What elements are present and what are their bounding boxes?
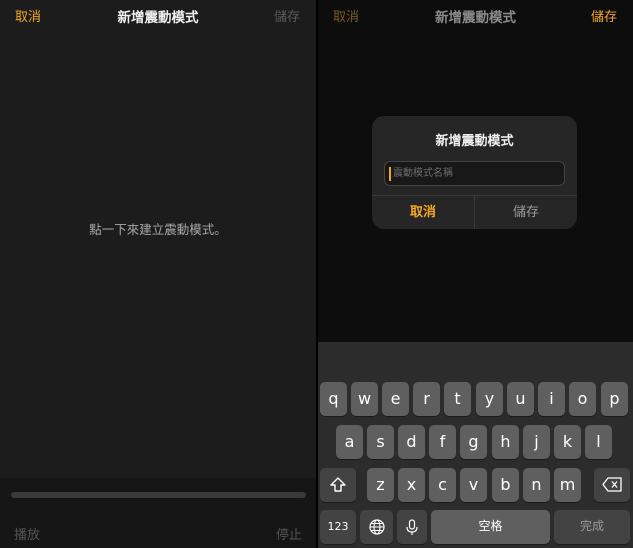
key-b[interactable]: b [492,468,519,502]
mic-icon [406,519,418,535]
keyboard: q w e r t y u i o p a s d f g h j k l z … [318,342,633,548]
space-key[interactable]: 空格 [431,510,550,544]
pattern-name-input[interactable] [393,162,553,185]
key-j[interactable]: j [523,425,550,459]
key-g[interactable]: g [460,425,487,459]
key-s[interactable]: s [367,425,394,459]
left-save-button[interactable]: 儲存 [274,9,300,27]
right-screen: 取消 新增震動模式 儲存 新增震動模式 取消 儲存 q w e r t y u … [318,0,633,548]
alert-buttons: 取消 儲存 [372,195,577,229]
key-o[interactable]: o [569,382,596,416]
key-c[interactable]: c [429,468,456,502]
key-p[interactable]: p [601,382,628,416]
right-nav-title: 新增震動模式 [435,10,516,26]
dictation-key[interactable] [397,510,427,544]
key-h[interactable]: h [492,425,519,459]
key-n[interactable]: n [523,468,550,502]
key-q[interactable]: q [320,382,347,416]
globe-key[interactable] [360,510,393,544]
key-i[interactable]: i [538,382,565,416]
key-x[interactable]: x [398,468,425,502]
globe-icon [368,519,385,535]
done-key[interactable]: 完成 [554,510,630,544]
key-e[interactable]: e [382,382,409,416]
key-r[interactable]: r [413,382,440,416]
alert-cancel-button[interactable]: 取消 [372,196,475,229]
pattern-name-field[interactable] [384,161,565,186]
alert-title: 新增震動模式 [435,134,514,149]
key-f[interactable]: f [429,425,456,459]
key-u[interactable]: u [507,382,534,416]
key-t[interactable]: t [444,382,471,416]
name-alert-dialog: 新增震動模式 取消 儲存 [372,116,577,229]
tap-hint-text: 點一下來建立震動模式。 [89,222,227,237]
right-nav-bar: 取消 新增震動模式 儲存 [318,0,633,38]
key-l[interactable]: l [585,425,612,459]
left-screen[interactable]: 取消 新增震動模式 儲存 點一下來建立震動模式。 播放 停止 [0,0,316,548]
key-a[interactable]: a [336,425,363,459]
key-k[interactable]: k [554,425,581,459]
delete-key[interactable] [594,468,630,502]
key-w[interactable]: w [351,382,378,416]
numbers-key[interactable]: 123 [320,510,356,544]
right-save-button[interactable]: 儲存 [591,9,617,27]
left-nav-bar: 取消 新增震動模式 儲存 [0,0,316,38]
play-button[interactable]: 播放 [14,524,40,543]
stop-button[interactable]: 停止 [276,524,302,543]
vibration-timeline-track[interactable] [11,492,306,498]
left-nav-title: 新增震動模式 [117,10,199,26]
key-d[interactable]: d [398,425,425,459]
key-z[interactable]: z [367,468,394,502]
key-y[interactable]: y [476,382,503,416]
shift-icon [330,477,346,492]
text-caret [389,167,391,181]
alert-save-button[interactable]: 儲存 [475,196,577,229]
key-v[interactable]: v [460,468,487,502]
delete-icon [602,477,622,492]
playback-controls: 播放 停止 [0,478,316,548]
key-m[interactable]: m [554,468,581,502]
shift-key[interactable] [320,468,356,502]
